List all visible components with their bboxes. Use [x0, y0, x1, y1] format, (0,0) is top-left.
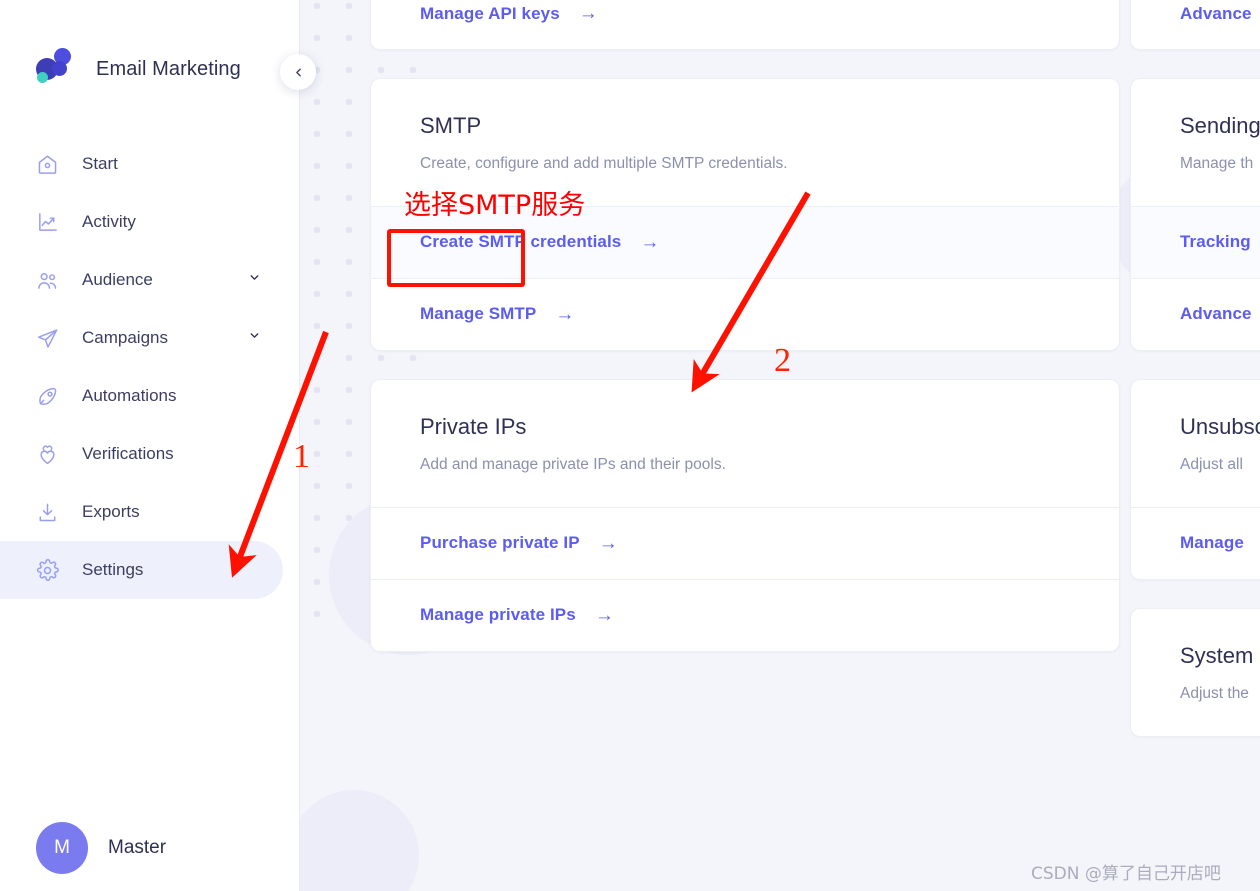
card-action-label: Advance — [1180, 304, 1252, 324]
card-action-row[interactable]: Manage private IPs → — [371, 578, 1119, 651]
sidebar-collapse-button[interactable] — [280, 54, 316, 90]
settings-card-api-keys: Create additional API key→Manage API key… — [370, 0, 1120, 50]
card-action-label: Manage private IPs — [420, 605, 576, 625]
card-action-row[interactable]: Manage — [1131, 506, 1260, 579]
arrow-right-icon: → — [598, 532, 618, 554]
sidebar-item-label: Settings — [82, 560, 144, 579]
card-action-row[interactable]: Advance — [1131, 277, 1260, 350]
app-logo-icon — [36, 48, 78, 90]
settings-card-sending: Sending Manage th Tracking Advance — [1130, 78, 1260, 351]
settings-column-right: ManageAdvanceSendingManage thTrackingAdv… — [1130, 0, 1260, 765]
settings-card-system: System Adjust the — [1130, 607, 1260, 737]
settings-card-domains: ManageAdvance — [1130, 0, 1260, 50]
user-profile[interactable]: M Master — [36, 822, 166, 874]
card-action-link[interactable]: Purchase private IP → — [420, 533, 618, 553]
card-header: Unsubsc Adjust all — [1131, 380, 1260, 507]
sidebar-item-settings[interactable]: Settings — [0, 541, 283, 599]
sidebar-item-campaigns[interactable]: Campaigns — [0, 309, 299, 367]
card-title: Unsubsc — [1180, 413, 1260, 439]
sidebar-item-label: Activity — [82, 212, 136, 231]
sidebar-item-automations[interactable]: Automations — [0, 367, 299, 425]
chevron-down-icon[interactable] — [248, 271, 261, 289]
sidebar-item-label: Start — [82, 154, 118, 173]
card-title: SMTP — [420, 113, 482, 138]
card-title: System — [1180, 642, 1254, 668]
card-header: Private IPs Add and manage private IPs an… — [371, 380, 1119, 507]
card-header: Sending Manage th — [1131, 79, 1260, 206]
card-action-link[interactable]: Advance — [1180, 4, 1260, 24]
card-action-row[interactable]: Manage API keys → — [371, 0, 1119, 49]
gear-icon — [36, 556, 66, 584]
card-description: Add and manage private IPs and their poo… — [420, 456, 726, 474]
card-description: Adjust all — [1180, 456, 1243, 474]
card-action-link[interactable]: Tracking — [1180, 232, 1260, 252]
card-action-link[interactable]: Manage API keys → — [420, 4, 598, 24]
sidebar-item-label: Exports — [82, 502, 140, 521]
settings-card-smtp: SMTP Create, configure and add multiple S… — [370, 78, 1120, 351]
watermark: CSDN @算了自己开店吧 — [1031, 864, 1221, 884]
settings-card-private-ips: Private IPs Add and manage private IPs an… — [370, 378, 1120, 652]
chevron-left-icon — [295, 68, 301, 76]
settings-column-left: Create additional API key→Manage API key… — [370, 0, 1120, 680]
card-action-label: Manage — [1180, 533, 1244, 553]
sidebar-item-label: Audience — [82, 270, 153, 289]
card-header: System Adjust the — [1131, 609, 1260, 736]
card-action-label: Create SMTP credentials — [420, 232, 622, 252]
card-action-link[interactable]: Manage private IPs → — [420, 605, 614, 625]
card-action-link[interactable]: Create SMTP credentials → — [420, 232, 659, 252]
hearts-icon — [36, 440, 66, 468]
settings-card-unsubscribe: Unsubsc Adjust all Manage — [1130, 378, 1260, 580]
sidebar-item-label: Campaigns — [82, 328, 168, 347]
card-description: Manage th — [1180, 155, 1254, 173]
arrow-right-icon: → — [578, 3, 598, 24]
chevron-down-icon[interactable] — [248, 329, 261, 347]
card-action-label: Purchase private IP — [420, 533, 580, 553]
rocket-icon — [36, 382, 66, 410]
avatar: M — [36, 822, 88, 874]
settings-content: Create additional API key→Manage API key… — [299, 0, 1260, 891]
sidebar-nav: Start Activity Audience Campaigns Automation… — [0, 135, 299, 599]
card-action-label: Manage SMTP — [420, 304, 537, 324]
sidebar-item-audience[interactable]: Audience — [0, 251, 299, 309]
brand[interactable]: Email Marketing — [36, 48, 241, 90]
home-icon — [36, 150, 66, 178]
arrow-right-icon: → — [555, 303, 575, 325]
sidebar-item-start[interactable]: Start — [0, 135, 299, 193]
card-action-link[interactable]: Manage — [1180, 533, 1260, 553]
card-title: Private IPs — [420, 413, 527, 439]
card-action-row[interactable]: Purchase private IP → — [371, 506, 1119, 579]
paper-plane-icon — [36, 324, 66, 352]
users-icon — [36, 266, 66, 294]
sidebar-item-exports[interactable]: Exports — [0, 483, 299, 541]
sidebar-item-verifications[interactable]: Verifications — [0, 425, 299, 483]
card-header: SMTP Create, configure and add multiple S… — [371, 79, 1119, 206]
card-title: Sending — [1180, 113, 1260, 138]
sidebar: Email Marketing Start Activity Audience Cam… — [0, 0, 300, 891]
card-action-row[interactable]: Tracking — [1131, 205, 1260, 278]
user-name: Master — [108, 837, 167, 858]
card-action-label: Tracking — [1180, 232, 1251, 252]
card-description: Create, configure and add multiple SMTP … — [420, 155, 788, 173]
brand-name: Email Marketing — [96, 57, 241, 80]
arrow-right-icon: → — [640, 231, 660, 253]
card-description: Adjust the — [1180, 685, 1249, 703]
sidebar-item-label: Verifications — [82, 444, 174, 463]
sidebar-item-label: Automations — [82, 386, 177, 405]
card-action-row[interactable]: Manage SMTP → — [371, 277, 1119, 350]
card-action-label: Advance — [1180, 3, 1252, 23]
chart-line-icon — [36, 208, 66, 236]
card-action-row[interactable]: Advance — [1131, 0, 1260, 49]
card-action-link[interactable]: Manage SMTP → — [420, 304, 574, 324]
sidebar-item-activity[interactable]: Activity — [0, 193, 299, 251]
card-action-link[interactable]: Advance — [1180, 304, 1260, 324]
arrow-right-icon: → — [594, 604, 614, 626]
download-icon — [36, 498, 66, 526]
card-action-row[interactable]: Create SMTP credentials → — [371, 205, 1119, 278]
card-action-label: Manage API keys — [420, 3, 560, 23]
